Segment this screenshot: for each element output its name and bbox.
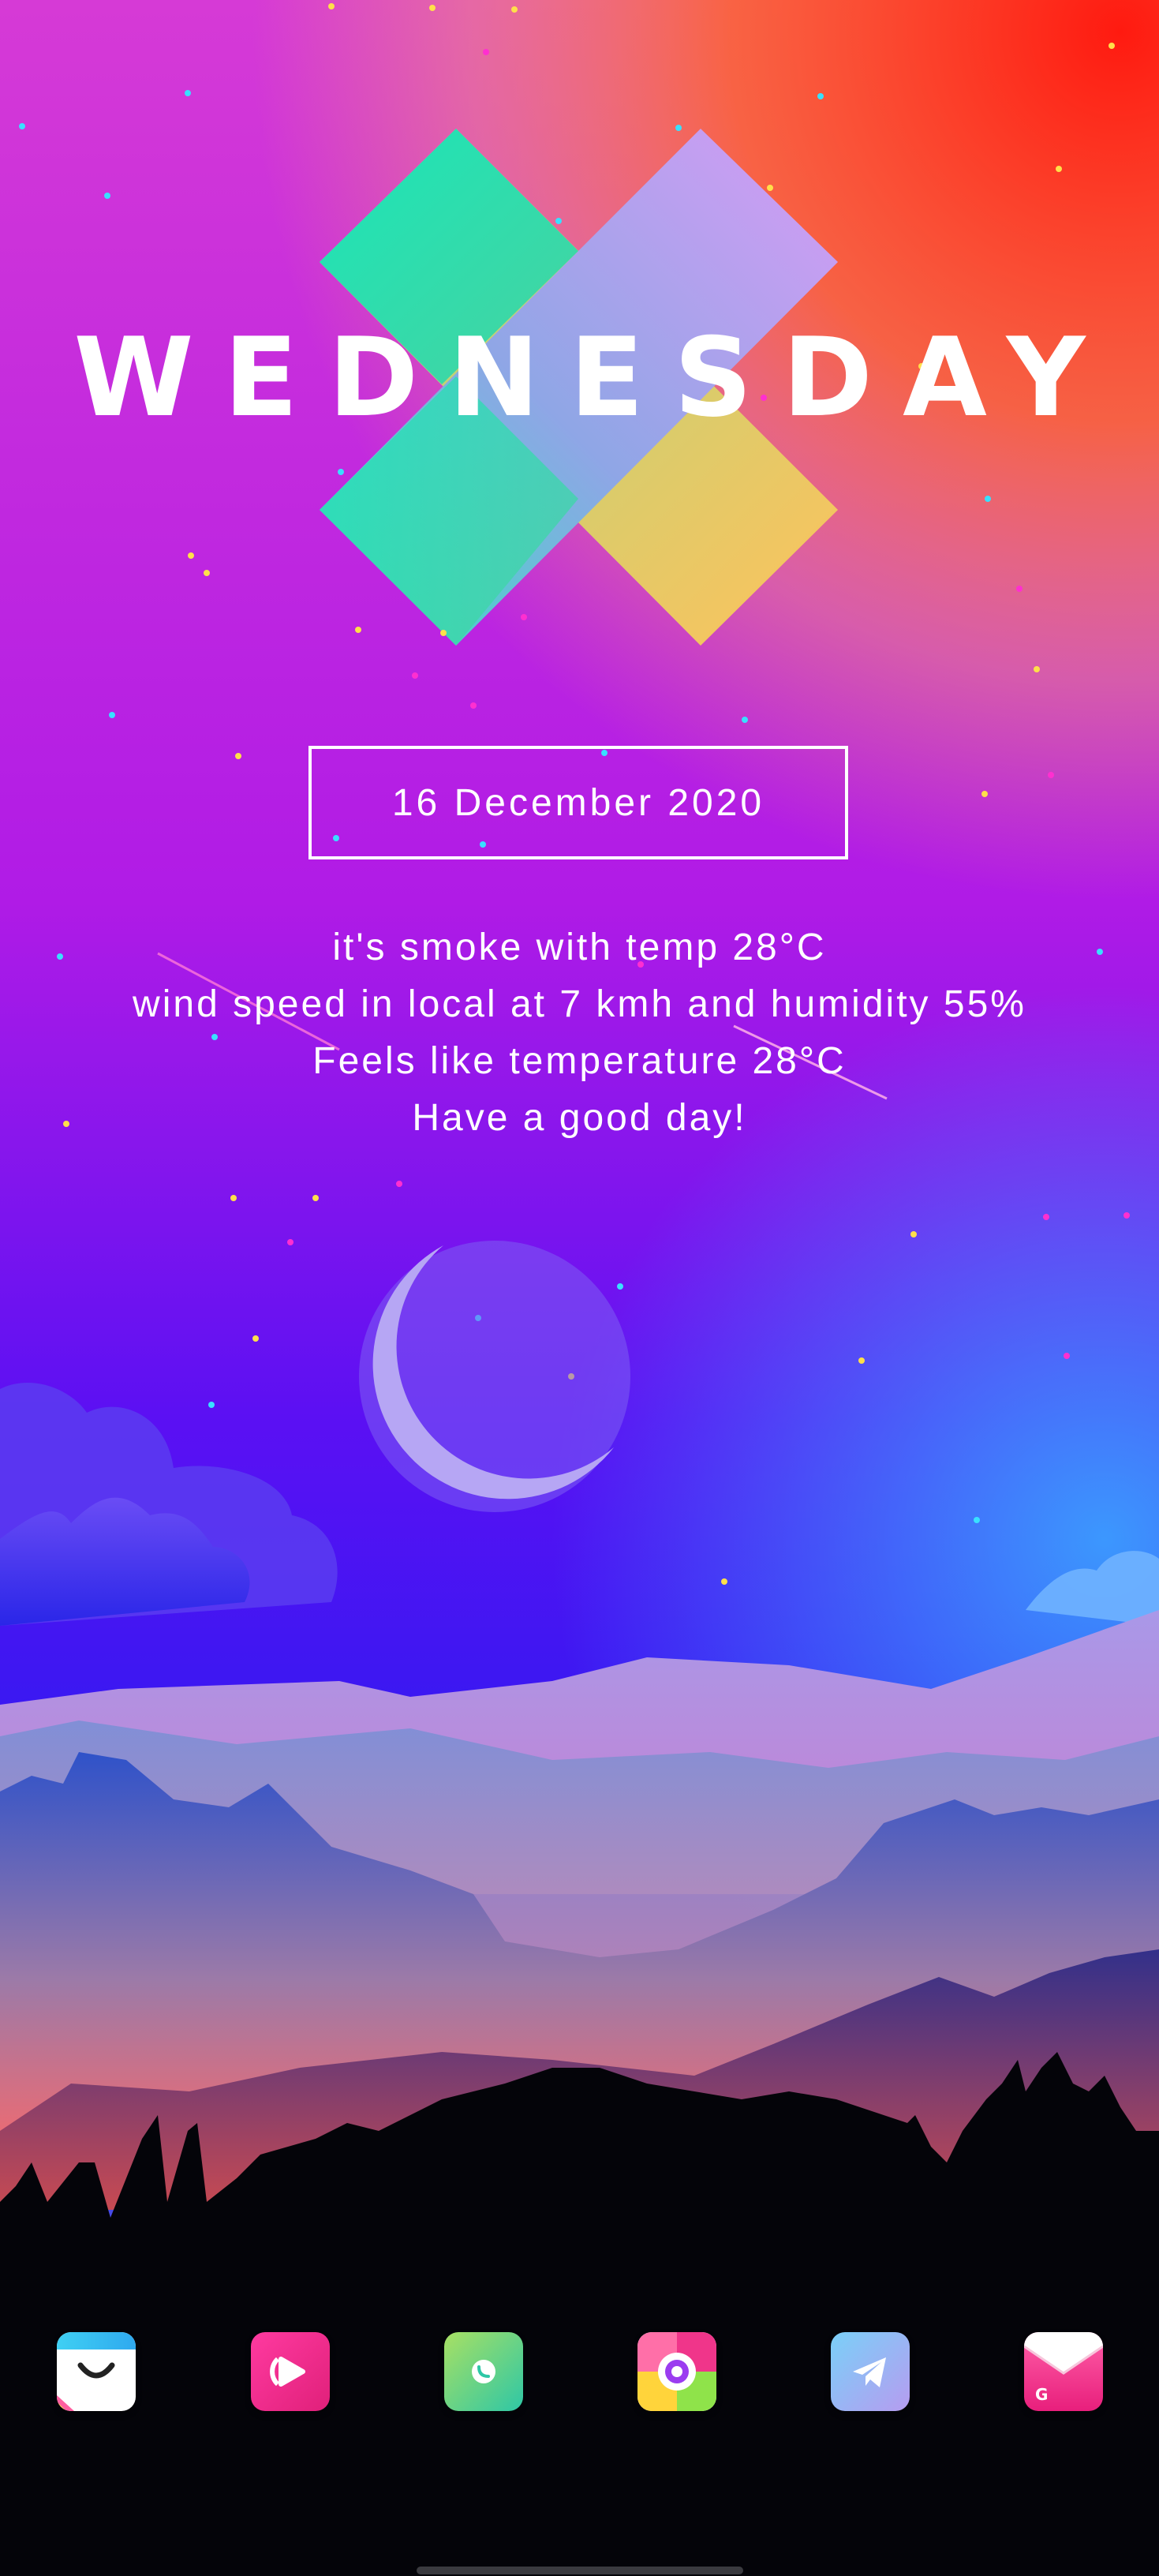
gesture-nav-bar[interactable]	[417, 2567, 743, 2574]
svg-text:G: G	[1035, 2385, 1048, 2404]
browser-icon	[637, 2332, 716, 2411]
weather-line: Have a good day!	[412, 1097, 747, 1139]
weather-line: it's smoke with temp 28°C	[332, 927, 827, 968]
video-app[interactable]	[251, 2332, 330, 2411]
moon	[359, 1241, 630, 1512]
date-box: 16 December 2020	[308, 746, 848, 859]
gmail-icon: G	[1024, 2332, 1103, 2411]
phone-icon	[444, 2332, 523, 2411]
weather-info: it's smoke with temp 28°C wind speed in …	[0, 919, 1159, 1147]
browser-app[interactable]	[637, 2332, 716, 2411]
video-player-icon	[251, 2332, 330, 2411]
weather-line: wind speed in local at 7 kmh and humidit…	[133, 983, 1026, 1025]
home-screen: WEDNESDAY 16 December 2020 it's smoke wi…	[0, 0, 1159, 2576]
app-dock: G	[0, 2332, 1159, 2411]
shopping-app[interactable]	[57, 2332, 136, 2411]
phone-app[interactable]	[444, 2332, 523, 2411]
telegram-app[interactable]	[831, 2332, 910, 2411]
date-label: 16 December 2020	[391, 781, 765, 824]
telegram-icon	[831, 2332, 910, 2411]
weather-line: Feels like temperature 28°C	[312, 1040, 847, 1082]
mail-app[interactable]: G	[1024, 2332, 1103, 2411]
day-title: WEDNESDAY	[73, 314, 1116, 441]
shopping-bag-icon	[57, 2332, 136, 2411]
